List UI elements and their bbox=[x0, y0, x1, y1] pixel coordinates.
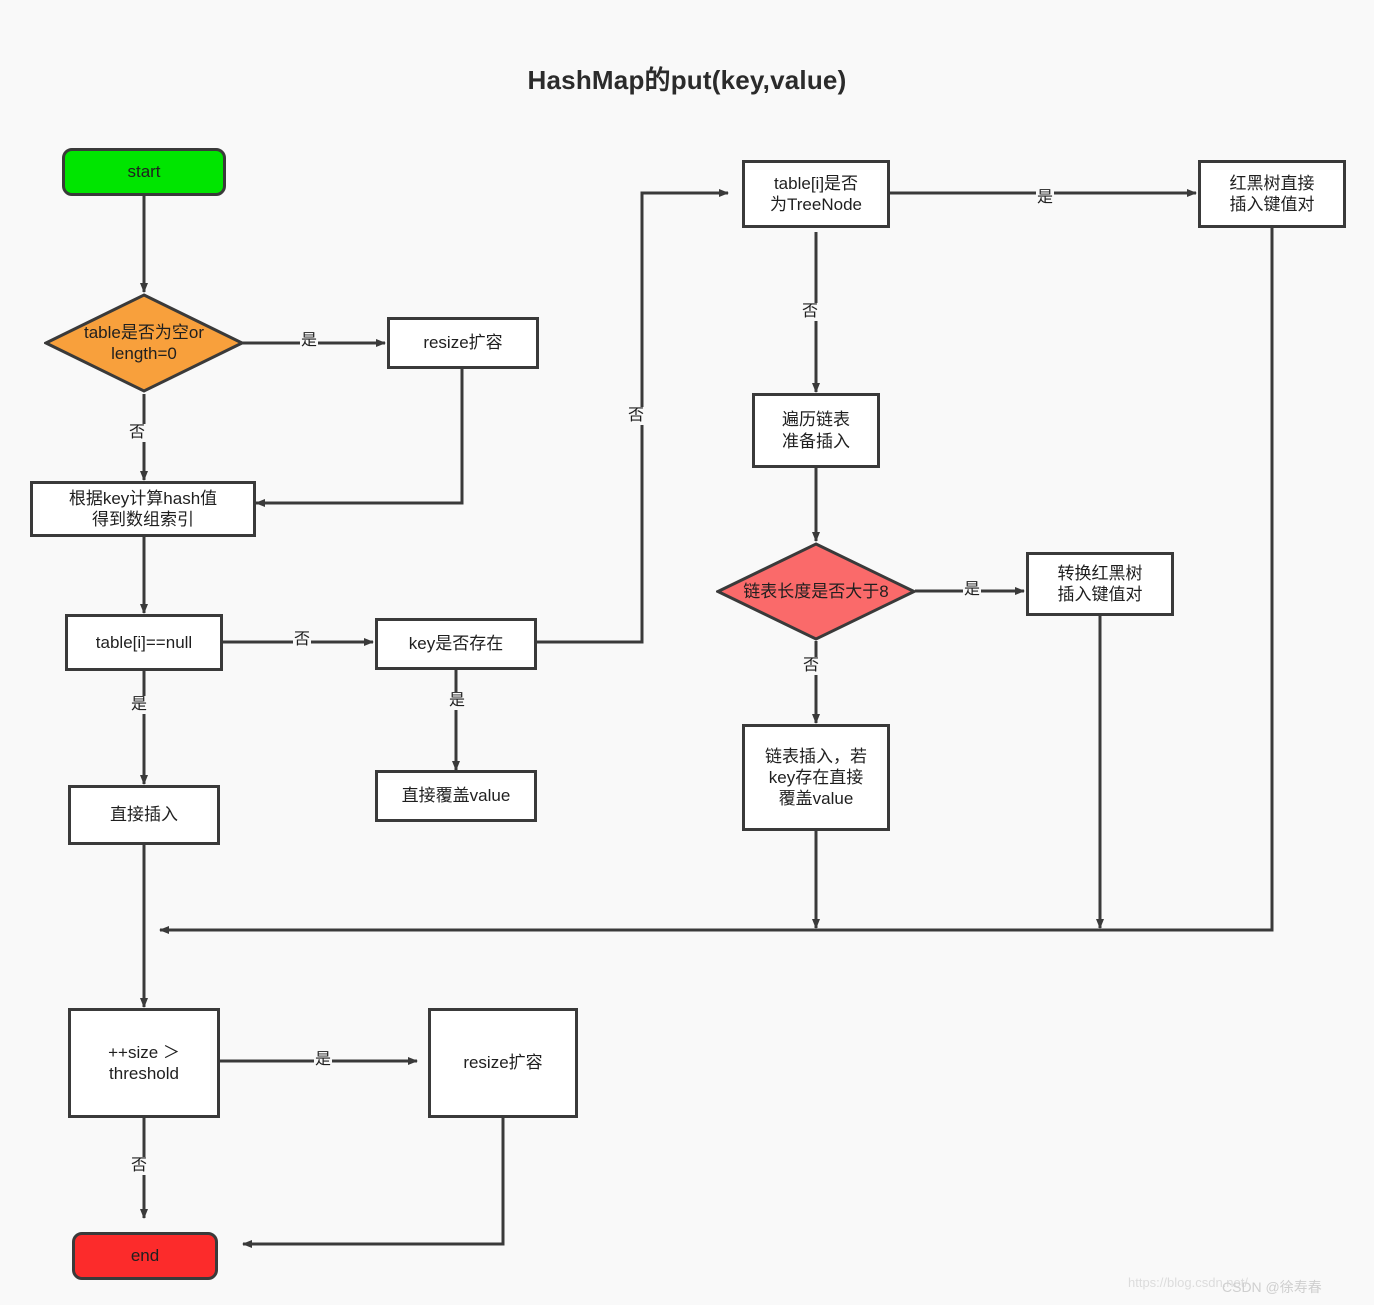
edge-label-size-threshold-yes: 是 bbox=[314, 1051, 333, 1069]
edge-label-is-treenode-yes: 是 bbox=[1036, 189, 1055, 207]
edge-label-table-i-null-yes: 是 bbox=[130, 696, 149, 714]
edge-label-table-i-null-no: 否 bbox=[293, 631, 312, 649]
node-resize-top[interactable]: resize扩容 bbox=[387, 317, 539, 369]
node-table-empty-decision[interactable]: table是否为空or length=0 bbox=[44, 293, 244, 393]
node-rbtree-insert[interactable]: 红黑树直接 插入键值对 bbox=[1198, 160, 1346, 228]
node-convert-rbtree[interactable]: 转换红黑树 插入键值对 bbox=[1026, 552, 1174, 616]
node-traverse-list[interactable]: 遍历链表 准备插入 bbox=[752, 393, 880, 468]
edge-label-size-threshold-no: 否 bbox=[130, 1157, 149, 1175]
node-resize-bottom[interactable]: resize扩容 bbox=[428, 1008, 578, 1118]
node-label: table是否为空or length=0 bbox=[84, 322, 204, 363]
node-end[interactable]: end bbox=[72, 1232, 218, 1280]
node-label: 链表长度是否大于8 bbox=[743, 581, 889, 601]
edge-label-table-empty-yes: 是 bbox=[300, 332, 319, 350]
node-list-insert[interactable]: 链表插入，若 key存在直接 覆盖value bbox=[742, 724, 890, 831]
flowchart-canvas: HashMap的put(key,value) resize扩容 --> 根据ke… bbox=[0, 0, 1374, 1305]
edge-label-is-treenode-no: 否 bbox=[801, 303, 820, 321]
node-start[interactable]: start bbox=[62, 148, 226, 196]
node-key-exists[interactable]: key是否存在 bbox=[375, 618, 537, 670]
node-calc-hash[interactable]: 根据key计算hash值 得到数组索引 bbox=[30, 481, 256, 537]
edge-label-key-exists-yes: 是 bbox=[448, 692, 467, 710]
edge-label-table-empty-no: 否 bbox=[128, 424, 147, 442]
node-overwrite-value[interactable]: 直接覆盖value bbox=[375, 770, 537, 822]
edge-label-list-len-no: 否 bbox=[802, 657, 821, 675]
node-list-length-decision[interactable]: 链表长度是否大于8 bbox=[716, 542, 916, 641]
watermark-author: CSDN @徐寿春 bbox=[1222, 1279, 1322, 1295]
node-direct-insert[interactable]: 直接插入 bbox=[68, 785, 220, 845]
node-table-i-null[interactable]: table[i]==null bbox=[65, 614, 223, 671]
node-size-threshold[interactable]: ++size ＞ threshold bbox=[68, 1008, 220, 1118]
page-title: HashMap的put(key,value) bbox=[527, 65, 847, 95]
edge-label-key-exists-no: 否 bbox=[627, 407, 646, 425]
edge-label-list-len-yes: 是 bbox=[963, 581, 982, 599]
node-is-treenode[interactable]: table[i]是否 为TreeNode bbox=[742, 160, 890, 228]
